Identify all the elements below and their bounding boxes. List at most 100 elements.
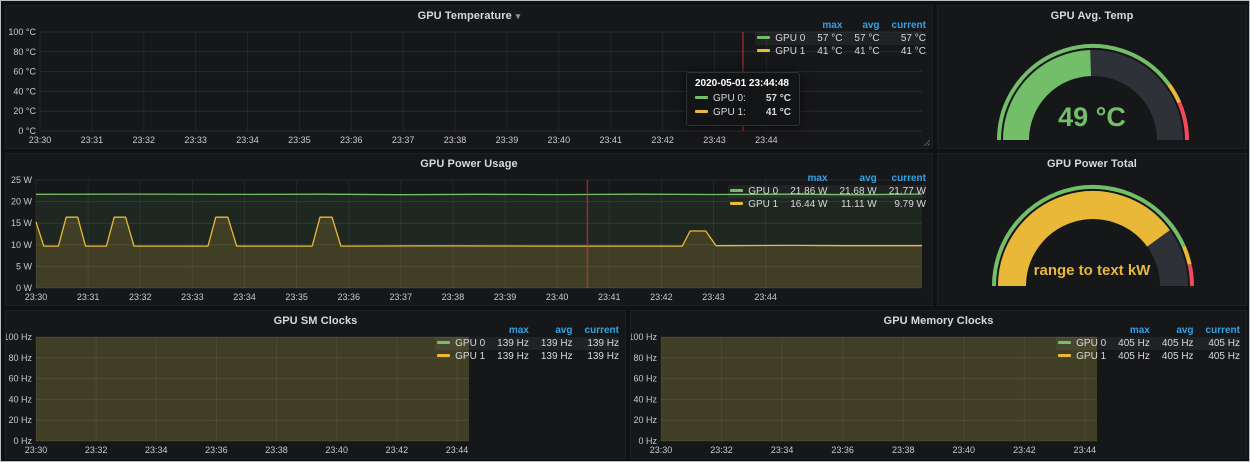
legend-value: 21.68 W (828, 185, 877, 198)
grafana-dashboard: GPU Temperature▾ 100 °C80 °C60 °C40 °C20… (0, 0, 1250, 462)
legend-series-gpu1[interactable]: GPU 1 (755, 45, 805, 58)
legend-header-row: max avg current (728, 172, 926, 185)
legend-header-current[interactable]: current (1194, 324, 1240, 337)
svg-text:20 Hz: 20 Hz (633, 415, 657, 425)
memory-clocks-legend: max avg current GPU 0 405 Hz 405 Hz 405 … (1056, 324, 1240, 363)
svg-text:100 Hz: 100 Hz (6, 332, 32, 342)
legend-value: 41 °C (805, 45, 842, 58)
legend-header-current[interactable]: current (573, 324, 619, 337)
legend-value: 21.77 W (877, 185, 926, 198)
legend-header-max[interactable]: max (805, 19, 842, 32)
panel-gpu-power-total: GPU Power Total range to text kW (937, 153, 1247, 306)
svg-text:23:31: 23:31 (77, 292, 100, 302)
series-color-dash-icon (730, 202, 743, 205)
legend-header-current[interactable]: current (877, 172, 926, 185)
legend-row-gpu1: GPU 1 41 °C 41 °C 41 °C (755, 45, 926, 58)
panel-title-text: GPU Power Total (1047, 158, 1137, 170)
svg-text:23:41: 23:41 (598, 292, 621, 302)
panel-title-gpu-avg-temp[interactable]: GPU Avg. Temp (938, 6, 1246, 26)
legend-header-current[interactable]: current (880, 19, 926, 32)
panel-gpu-sm-clocks: GPU SM Clocks 100 Hz80 Hz60 Hz40 Hz20 Hz… (5, 310, 626, 459)
legend-header-row: max avg current (755, 19, 926, 32)
legend-value: 139 Hz (573, 337, 619, 350)
panel-title-text: GPU Avg. Temp (1051, 10, 1134, 22)
legend-value: 41 °C (842, 45, 879, 58)
svg-text:23:37: 23:37 (392, 135, 415, 145)
svg-text:23:33: 23:33 (181, 292, 204, 302)
legend-value: 139 Hz (485, 350, 529, 363)
series-color-dash-icon (695, 110, 708, 113)
svg-text:23:44: 23:44 (754, 292, 777, 302)
legend-value: 57 °C (880, 32, 926, 45)
legend-row-gpu0: GPU 0 57 °C 57 °C 57 °C (755, 32, 926, 45)
legend-header-max[interactable]: max (778, 172, 827, 185)
legend-series-gpu0[interactable]: GPU 0 (1056, 337, 1106, 350)
svg-text:23:40: 23:40 (548, 135, 571, 145)
panel-title-text: GPU Temperature (418, 10, 512, 22)
tooltip-row-gpu0: GPU 0: 57 °C (695, 92, 791, 106)
chevron-down-icon[interactable]: ▾ (516, 11, 521, 21)
svg-text:23:37: 23:37 (390, 292, 413, 302)
legend-value: 405 Hz (1106, 337, 1150, 350)
legend-value: 405 Hz (1194, 337, 1240, 350)
svg-text:23:30: 23:30 (650, 445, 673, 455)
svg-text:23:40: 23:40 (325, 445, 348, 455)
legend-header-avg[interactable]: avg (842, 19, 879, 32)
legend-header-row: max avg current (435, 324, 619, 337)
svg-text:23:34: 23:34 (236, 135, 259, 145)
panel-title-text: GPU Memory Clocks (884, 315, 994, 327)
legend-header-avg[interactable]: avg (828, 172, 877, 185)
svg-text:40 Hz: 40 Hz (8, 394, 32, 404)
panel-title-text: GPU SM Clocks (274, 315, 358, 327)
svg-text:60 Hz: 60 Hz (633, 374, 657, 384)
panel-resize-handle[interactable] (922, 138, 930, 146)
svg-text:23:38: 23:38 (442, 292, 465, 302)
legend-header-avg[interactable]: avg (1150, 324, 1194, 337)
svg-text:25 W: 25 W (11, 175, 33, 185)
legend-series-gpu0[interactable]: GPU 0 (728, 185, 778, 198)
legend-value: 9.79 W (877, 198, 926, 211)
svg-text:20 °C: 20 °C (13, 106, 36, 116)
legend-series-gpu1[interactable]: GPU 1 (1056, 350, 1106, 363)
svg-text:23:39: 23:39 (494, 292, 517, 302)
svg-text:23:42: 23:42 (1013, 445, 1036, 455)
power-legend: max avg current GPU 0 21.86 W 21.68 W 21… (728, 172, 926, 211)
power-total-gauge (938, 174, 1248, 305)
legend-value: 405 Hz (1150, 337, 1194, 350)
svg-text:23:33: 23:33 (184, 135, 207, 145)
svg-text:100 °C: 100 °C (8, 27, 36, 37)
panel-title-gpu-power-usage[interactable]: GPU Power Usage (6, 154, 932, 174)
svg-text:23:34: 23:34 (771, 445, 794, 455)
series-color-dash-icon (757, 36, 770, 39)
svg-text:23:39: 23:39 (496, 135, 519, 145)
svg-text:80 Hz: 80 Hz (8, 353, 32, 363)
series-color-dash-icon (730, 189, 743, 192)
gauge-value-temp: 49 °C (938, 102, 1246, 133)
svg-text:23:38: 23:38 (892, 445, 915, 455)
legend-series-gpu1[interactable]: GPU 1 (435, 350, 485, 363)
svg-text:23:35: 23:35 (288, 135, 311, 145)
legend-series-gpu0[interactable]: GPU 0 (755, 32, 805, 45)
gauge-value-power-total: range to text kW (938, 262, 1246, 279)
legend-value: 405 Hz (1150, 350, 1194, 363)
legend-row-gpu1: GPU 1 16.44 W 11.11 W 9.79 W (728, 198, 926, 211)
legend-header-max[interactable]: max (1106, 324, 1150, 337)
legend-value: 405 Hz (1106, 350, 1150, 363)
series-color-dash-icon (437, 341, 450, 344)
legend-value: 16.44 W (778, 198, 827, 211)
legend-header-max[interactable]: max (485, 324, 529, 337)
legend-value: 57 °C (805, 32, 842, 45)
svg-text:23:44: 23:44 (755, 135, 778, 145)
svg-text:80 °C: 80 °C (13, 47, 36, 57)
legend-value: 139 Hz (485, 337, 529, 350)
legend-value: 21.86 W (778, 185, 827, 198)
legend-series-gpu0[interactable]: GPU 0 (435, 337, 485, 350)
panel-title-text: GPU Power Usage (420, 158, 517, 170)
legend-header-avg[interactable]: avg (529, 324, 573, 337)
panel-title-gpu-power-total[interactable]: GPU Power Total (938, 154, 1246, 174)
svg-text:23:32: 23:32 (85, 445, 108, 455)
tooltip-row-gpu1: GPU 1: 41 °C (695, 106, 791, 120)
legend-row-gpu1: GPU 1 139 Hz 139 Hz 139 Hz (435, 350, 619, 363)
svg-text:23:32: 23:32 (129, 292, 152, 302)
legend-series-gpu1[interactable]: GPU 1 (728, 198, 778, 211)
